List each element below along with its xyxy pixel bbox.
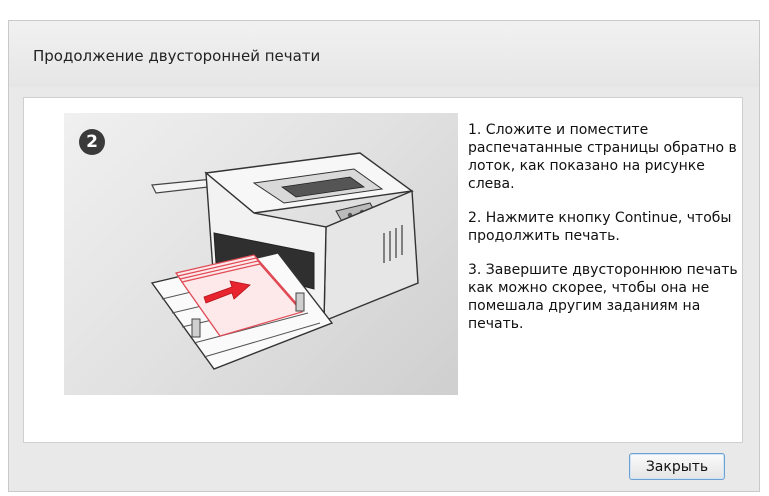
- instruction-step-3: 3. Завершите двустороннюю печать как мож…: [468, 262, 738, 332]
- close-button[interactable]: Закрыть: [629, 453, 725, 480]
- instructions-text: 1. Сложите и поместите распечатанные стр…: [468, 121, 738, 349]
- step-number-badge-icon: 2: [79, 129, 105, 155]
- dialog-content: 2 1. Сложите и поместите распечатанные с…: [23, 97, 743, 443]
- printer-image: [150, 152, 419, 370]
- dialog-title-bar: Продолжение двусторонней печати: [9, 21, 759, 87]
- dialog-title: Продолжение двусторонней печати: [33, 47, 321, 65]
- instruction-step-2: 2. Нажмите кнопку Continue, чтобы продол…: [468, 210, 732, 244]
- duplex-continue-dialog: Продолжение двусторонней печати 2 1. Сло…: [8, 20, 760, 492]
- printer-illustration: 2: [64, 113, 458, 395]
- instruction-step-1: 1. Сложите и поместите распечатанные стр…: [468, 122, 737, 192]
